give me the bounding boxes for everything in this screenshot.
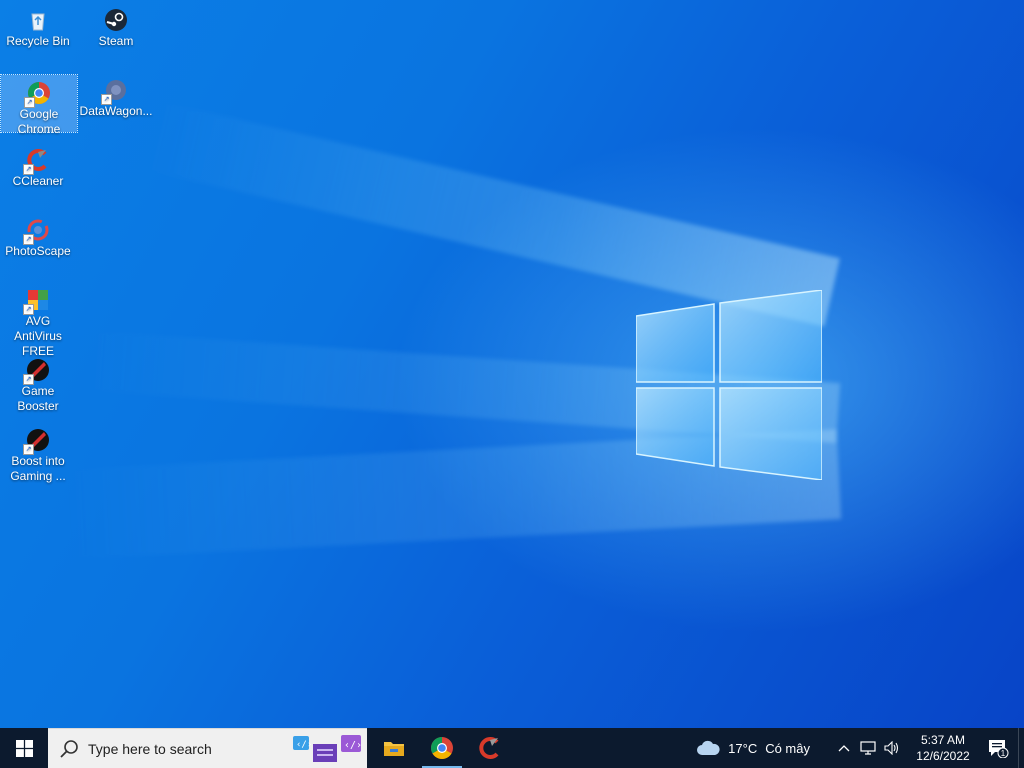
search-highlight-icon: ‹/› ‹/› [293, 735, 361, 762]
recycle-bin-icon [31, 13, 45, 31]
desktop-icon-label: Steam [98, 34, 134, 48]
desktop-icon-label: Google Chrome [17, 107, 61, 136]
chrome-icon [431, 737, 453, 759]
shortcut-arrow-icon: ↗ [24, 97, 35, 108]
taskbar-search-box[interactable]: Type here to search ‹/› ‹/› [48, 728, 367, 768]
speaker-icon [884, 741, 899, 755]
search-icon [60, 739, 78, 758]
ccleaner-icon [479, 737, 499, 759]
show-desktop-button[interactable] [1018, 728, 1024, 768]
network-icon [860, 741, 876, 755]
clock[interactable]: 5:37 AM 12/6/2022 [908, 732, 978, 764]
shortcut-arrow-icon: ↗ [23, 374, 34, 385]
desktop-icon-label: CCleaner [12, 174, 64, 188]
notifications-button[interactable]: 1 [978, 728, 1018, 768]
desktop-icon-label: Recycle Bin [6, 34, 70, 48]
datawagon-icon: ↗ [101, 78, 128, 105]
boost-gaming-icon: ↗ [23, 428, 50, 455]
taskbar: Type here to search ‹/› ‹/› 17°C Có mây … [0, 728, 1024, 768]
svg-text:‹/›: ‹/› [344, 740, 361, 751]
search-placeholder: Type here to search [88, 740, 212, 757]
weather-temperature: 17°C [728, 740, 758, 756]
shortcut-arrow-icon: ↗ [23, 304, 34, 315]
notification-count: 1 [1001, 749, 1006, 758]
shortcut-arrow-icon: ↗ [23, 444, 34, 455]
desktop-icon-photoscape[interactable]: ↗ PhotoScape [0, 212, 76, 259]
game-booster-icon: ↗ [23, 358, 50, 385]
photoscape-icon: ↗ [23, 218, 50, 245]
shortcut-arrow-icon: ↗ [23, 164, 34, 175]
clock-date: 12/6/2022 [916, 749, 970, 763]
svg-text:‹/›: ‹/› [296, 740, 312, 750]
avg-icon: ↗ [23, 288, 50, 315]
clock-time: 5:37 AM [920, 733, 966, 747]
desktop-icon-steam[interactable]: Steam [78, 2, 154, 49]
desktop-icon-avg-antivirus[interactable]: ↗ AVG AntiVirus FREE [0, 282, 76, 359]
taskbar-app-ccleaner[interactable] [466, 728, 514, 768]
windows-logo [636, 290, 822, 480]
shortcut-arrow-icon: ↗ [23, 234, 34, 245]
taskbar-app-google-chrome[interactable] [418, 728, 466, 768]
desktop-icon-recycle-bin[interactable]: Recycle Bin [0, 2, 76, 49]
windows-start-icon [15, 739, 33, 757]
chevron-up-icon [838, 745, 850, 752]
show-hidden-icons-button[interactable] [832, 728, 856, 768]
desktop-icon-datawagon[interactable]: ↗ DataWagon... [78, 72, 154, 119]
weather-widget[interactable]: 17°C Có mây [696, 739, 810, 757]
desktop-icon-label: Boost into Gaming ... [10, 454, 66, 483]
steam-icon [105, 9, 127, 31]
notification-icon: 1 [989, 740, 1009, 758]
chrome-icon: ↗ [24, 81, 51, 108]
taskbar-app-file-explorer[interactable] [370, 728, 418, 768]
desktop-icon-label: PhotoScape [5, 244, 71, 258]
desktop-icon-game-booster[interactable]: ↗ Game Booster [0, 352, 76, 414]
desktop-icon-boost-gaming[interactable]: ↗ Boost into Gaming ... [0, 422, 76, 484]
network-button[interactable] [856, 728, 880, 768]
desktop-icon-ccleaner[interactable]: ↗ CCleaner [0, 142, 76, 189]
shortcut-arrow-icon: ↗ [101, 94, 112, 105]
weather-condition: Có mây [765, 740, 810, 756]
desktop-icon-label: DataWagon... [79, 104, 153, 118]
desktop-icon-google-chrome[interactable]: ↗ Google Chrome [0, 74, 78, 136]
ccleaner-icon: ↗ [23, 148, 50, 175]
cloud-icon [697, 740, 720, 755]
desktop-icon-label: Game Booster [17, 384, 59, 413]
system-tray: 17°C Có mây 5:37 AM 12/6/2022 1 [696, 728, 1024, 768]
volume-button[interactable] [880, 728, 904, 768]
start-button[interactable] [0, 728, 48, 768]
folder-icon [384, 742, 404, 756]
